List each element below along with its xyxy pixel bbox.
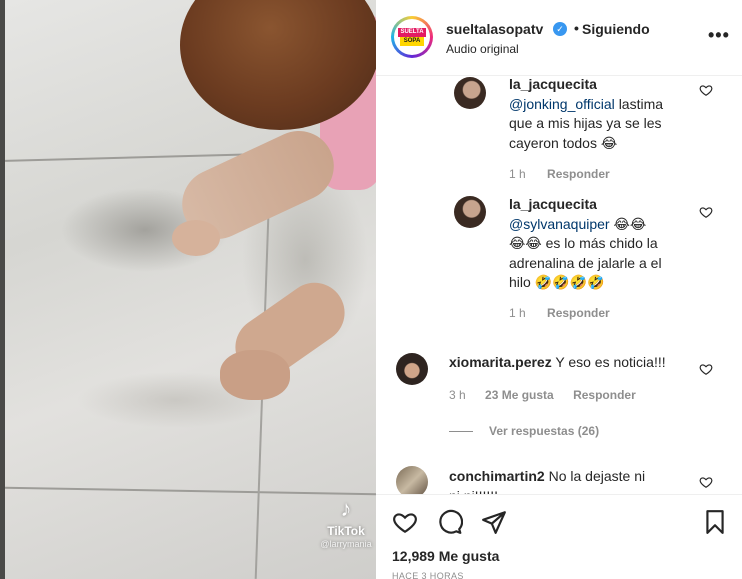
comment-text: hilo 🤣🤣🤣🤣 [509,274,605,290]
view-replies-label: Ver respuestas (26) [489,424,600,438]
reply-button[interactable]: Responder [547,306,610,320]
comment-like-heart-icon[interactable] [699,362,713,376]
reply-button[interactable]: Responder [547,167,610,181]
avatar[interactable] [454,196,486,228]
audio-link[interactable]: Audio original [446,42,519,56]
tiktok-handle: @larrymania [320,539,372,549]
comment-text: Y eso es noticia!!! [555,354,666,370]
more-options-icon[interactable]: ••• [708,26,730,44]
tiktok-logo-icon: ♪ [340,496,352,521]
avatar-logo-text: SUELTA [398,28,426,37]
avatar[interactable] [454,77,486,109]
comment-time[interactable]: 1 h [509,306,526,320]
comment-username[interactable]: la_jacquecita [509,76,597,92]
child-hand [172,220,220,256]
avatar-logo-text: SOPA [400,37,424,46]
comment-like-heart-icon[interactable] [699,475,713,489]
divider-line [449,431,473,433]
likes-count[interactable]: 12,989 Me gusta [392,548,499,564]
comment-mention[interactable]: @sylvanaquiper [509,216,610,232]
tiktok-watermark: ♪ TikTok @larrymania [316,496,376,550]
post-time[interactable]: HACE 3 HORAS [392,571,464,579]
video-player[interactable]: ♪ TikTok @larrymania [0,0,376,579]
author-avatar[interactable]: SUELTA SOPA [391,16,433,58]
comment-username[interactable]: conchimartin2 [449,468,545,484]
comment-text: que a mis hijas ya se les [509,115,662,131]
tiktok-brand: TikTok [327,524,365,538]
comment-text: cayeron todos 😂 [509,134,618,151]
heart-icon[interactable] [392,509,418,535]
comment-icon[interactable] [437,509,463,535]
comment-likes-count[interactable]: 23 Me gusta [485,388,554,402]
verified-badge-icon: ✓ [553,22,567,36]
child-hand [220,350,290,400]
comment-text: 😂😂 es lo más chido la [509,235,658,251]
comment-text: No la dejaste ni [548,468,646,484]
following-button[interactable]: Siguiendo [582,21,650,37]
comment-username[interactable]: la_jacquecita [509,196,597,212]
comment-like-heart-icon[interactable] [699,83,713,97]
author-username[interactable]: sueltalasopatv [446,21,543,37]
comment-text: lastima [618,95,664,112]
separator-dot: • [574,20,579,36]
comment-text: adrenalina de jalarle a el [509,254,662,271]
comment-time[interactable]: 3 h [449,388,466,402]
comment-like-heart-icon[interactable] [699,205,713,219]
avatar[interactable] [396,353,428,385]
share-icon[interactable] [481,509,507,535]
comment-time[interactable]: 1 h [509,167,526,181]
view-replies-button[interactable]: Ver respuestas (26) [449,424,599,438]
comment-text: 😂😂 [613,215,647,232]
post-actions: 12,989 Me gusta HACE 3 HORAS [376,494,742,579]
reply-button[interactable]: Responder [573,388,636,402]
bookmark-icon[interactable] [702,509,728,535]
post-panel: SUELTA SOPA sueltalasopatv ✓ • Siguiendo… [376,0,742,579]
comment-username[interactable]: xiomarita.perez [449,354,552,370]
post-header: SUELTA SOPA sueltalasopatv ✓ • Siguiendo… [376,0,742,76]
comment-mention[interactable]: @jonking_official [509,96,615,112]
